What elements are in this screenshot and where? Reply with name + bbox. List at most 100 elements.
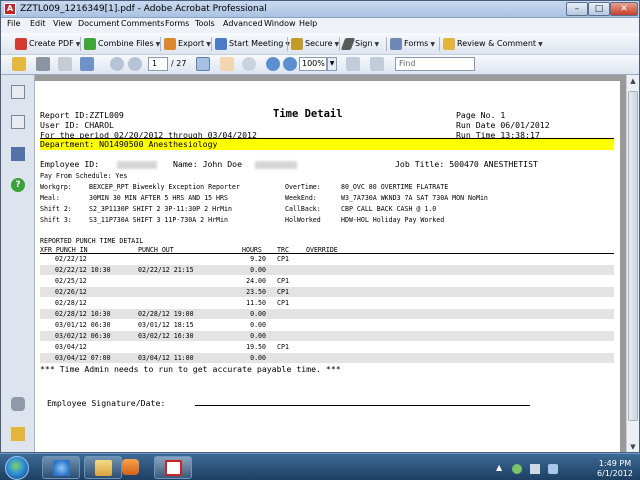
table-row-stripe xyxy=(40,309,614,319)
select-tool-icon[interactable] xyxy=(196,57,210,71)
punch-in-cell: 02/28/12 xyxy=(55,299,87,307)
secure-button[interactable]: Secure ▼ xyxy=(291,36,339,52)
close-button[interactable]: ✕ xyxy=(610,2,638,16)
table-header-rule xyxy=(40,253,614,254)
trc-cell: CP1 xyxy=(277,255,289,263)
save-icon[interactable] xyxy=(58,57,72,71)
fit-width-icon[interactable] xyxy=(370,57,384,71)
page-number-input[interactable]: 1 xyxy=(148,57,168,71)
menu-comments[interactable]: Comments xyxy=(121,19,164,28)
document-area[interactable]: Report ID:ZZTL009 User ID: CHAROL For th… xyxy=(35,75,626,452)
acrobat-window: A ZZTL009_1216349[1].pdf - Adobe Acrobat… xyxy=(0,0,640,453)
menu-document[interactable]: Document xyxy=(78,19,119,28)
vertical-scrollbar[interactable]: ▲ ▼ xyxy=(626,75,639,452)
punch-out-cell: 02/22/12 21:15 xyxy=(138,266,194,274)
print-icon[interactable] xyxy=(36,57,50,71)
overtime-value: 80_OVC 80 OVERTIME FLATRATE xyxy=(341,183,449,191)
help-icon[interactable]: ? xyxy=(11,178,25,192)
menu-advanced[interactable]: Advanced xyxy=(223,19,263,28)
menu-window[interactable]: Window xyxy=(264,19,296,28)
redacted-name xyxy=(255,161,297,169)
email-icon[interactable] xyxy=(80,57,94,71)
scroll-thumb[interactable] xyxy=(628,91,638,421)
signatures-icon[interactable] xyxy=(11,147,25,161)
scroll-up-button[interactable]: ▲ xyxy=(627,75,639,87)
menu-forms[interactable]: Forms xyxy=(165,19,189,28)
trc-cell: CP1 xyxy=(277,343,289,351)
open-folder-icon[interactable] xyxy=(12,57,26,71)
scroll-down-button[interactable]: ▼ xyxy=(627,441,639,452)
table-row-stripe xyxy=(40,287,614,297)
pages-icon[interactable] xyxy=(11,85,25,99)
menu-file[interactable]: File xyxy=(7,19,20,28)
section-title: REPORTED PUNCH TIME DETAIL xyxy=(40,237,144,245)
trc-cell: CP1 xyxy=(277,288,289,296)
zoom-out-icon[interactable] xyxy=(266,57,280,71)
forms-button[interactable]: Forms ▼ xyxy=(390,36,435,52)
menu-help[interactable]: Help xyxy=(299,19,317,28)
title-bar[interactable]: A ZZTL009_1216349[1].pdf - Adobe Acrobat… xyxy=(1,1,639,18)
review-comment-button[interactable]: Review & Comment ▼ xyxy=(443,36,543,52)
table-row-stripe xyxy=(40,265,614,275)
create-pdf-button[interactable]: Create PDF ▼ xyxy=(15,36,80,52)
review-icon xyxy=(443,37,455,50)
hours-cell: 0.00 xyxy=(250,332,266,340)
signature-line xyxy=(195,405,530,406)
hours-cell: 24.00 xyxy=(246,277,266,285)
holworked-value: HDW-HOL Holiday Pay Worked xyxy=(341,216,445,224)
report-title: Time Detail xyxy=(273,108,343,120)
flag-icon[interactable] xyxy=(530,464,540,474)
punch-in-cell: 03/04/12 xyxy=(55,343,87,351)
create-pdf-icon xyxy=(15,37,27,50)
pdf-page: Report ID:ZZTL009 User ID: CHAROL For th… xyxy=(35,81,620,452)
show-hidden-icon[interactable]: ▲ xyxy=(496,463,502,472)
attachments-icon[interactable] xyxy=(11,397,25,411)
hours-cell: 0.00 xyxy=(250,266,266,274)
find-input[interactable]: Find xyxy=(395,57,475,71)
minimize-button[interactable]: – xyxy=(566,2,588,16)
previous-page-icon[interactable] xyxy=(110,57,124,71)
comments-icon[interactable] xyxy=(11,427,25,441)
shift2-value: S2_3P1130P SHIFT 2 3P-11:30P 2 HrMin xyxy=(89,205,232,213)
volume-icon[interactable] xyxy=(548,464,558,474)
clock-date[interactable]: 6/1/2012 xyxy=(595,469,635,478)
start-button[interactable] xyxy=(5,456,29,480)
network-icon[interactable] xyxy=(512,464,522,474)
admin-note: *** Time Admin needs to run to get accur… xyxy=(40,364,341,374)
clock-time[interactable]: 1:49 PM xyxy=(595,459,635,468)
next-page-icon[interactable] xyxy=(128,57,142,71)
taskbar-ie[interactable] xyxy=(42,456,80,479)
punch-in-cell: 02/25/12 xyxy=(55,277,87,285)
callback-label: CallBack: xyxy=(285,205,321,213)
export-button[interactable]: Export ▼ xyxy=(164,36,211,52)
pen-icon xyxy=(340,37,356,50)
workgrp-value: BEXCEP_RPT Biweekly Exception Reporter xyxy=(89,183,240,191)
fit-page-icon[interactable] xyxy=(346,57,360,71)
report-id: Report ID:ZZTL009 xyxy=(40,110,124,120)
punch-in-cell: 03/01/12 06:30 xyxy=(55,321,111,329)
tasks-toolbar: Create PDF ▼ Combine Files ▼ Export ▼ Start… xyxy=(1,33,639,55)
combine-files-button[interactable]: Combine Files ▼ xyxy=(84,36,160,52)
table-row-stripe xyxy=(40,353,614,363)
zoom-in-icon[interactable] xyxy=(283,57,297,71)
hours-cell: 0.00 xyxy=(250,354,266,362)
taskbar: ▲ xyxy=(0,453,640,480)
punch-out-cell: 03/04/12 11:00 xyxy=(138,354,194,362)
sign-button[interactable]: Sign ▼ xyxy=(340,36,379,52)
start-meeting-button[interactable]: Start Meeting▼ xyxy=(215,36,290,52)
menu-edit[interactable]: Edit xyxy=(30,19,46,28)
menu-view[interactable]: View xyxy=(53,19,72,28)
forms-icon xyxy=(390,37,402,50)
page-no: Page No. 1 xyxy=(456,110,506,120)
bookmarks-icon[interactable] xyxy=(11,115,25,129)
shift3-value: S3_11P730A SHIFT 3 11P-730A 2 HrMin xyxy=(89,216,228,224)
zoom-input[interactable]: 100% xyxy=(299,57,327,71)
pdf-icon: A xyxy=(4,3,16,15)
hand-tool-icon[interactable] xyxy=(220,57,234,71)
zoom-dropdown[interactable]: ▼ xyxy=(327,57,337,71)
maximize-button[interactable]: □ xyxy=(588,2,610,16)
zoom-tool-icon[interactable] xyxy=(242,57,256,71)
taskbar-media-player[interactable] xyxy=(112,456,150,479)
taskbar-acrobat[interactable] xyxy=(154,456,192,479)
menu-tools[interactable]: Tools xyxy=(195,19,215,28)
